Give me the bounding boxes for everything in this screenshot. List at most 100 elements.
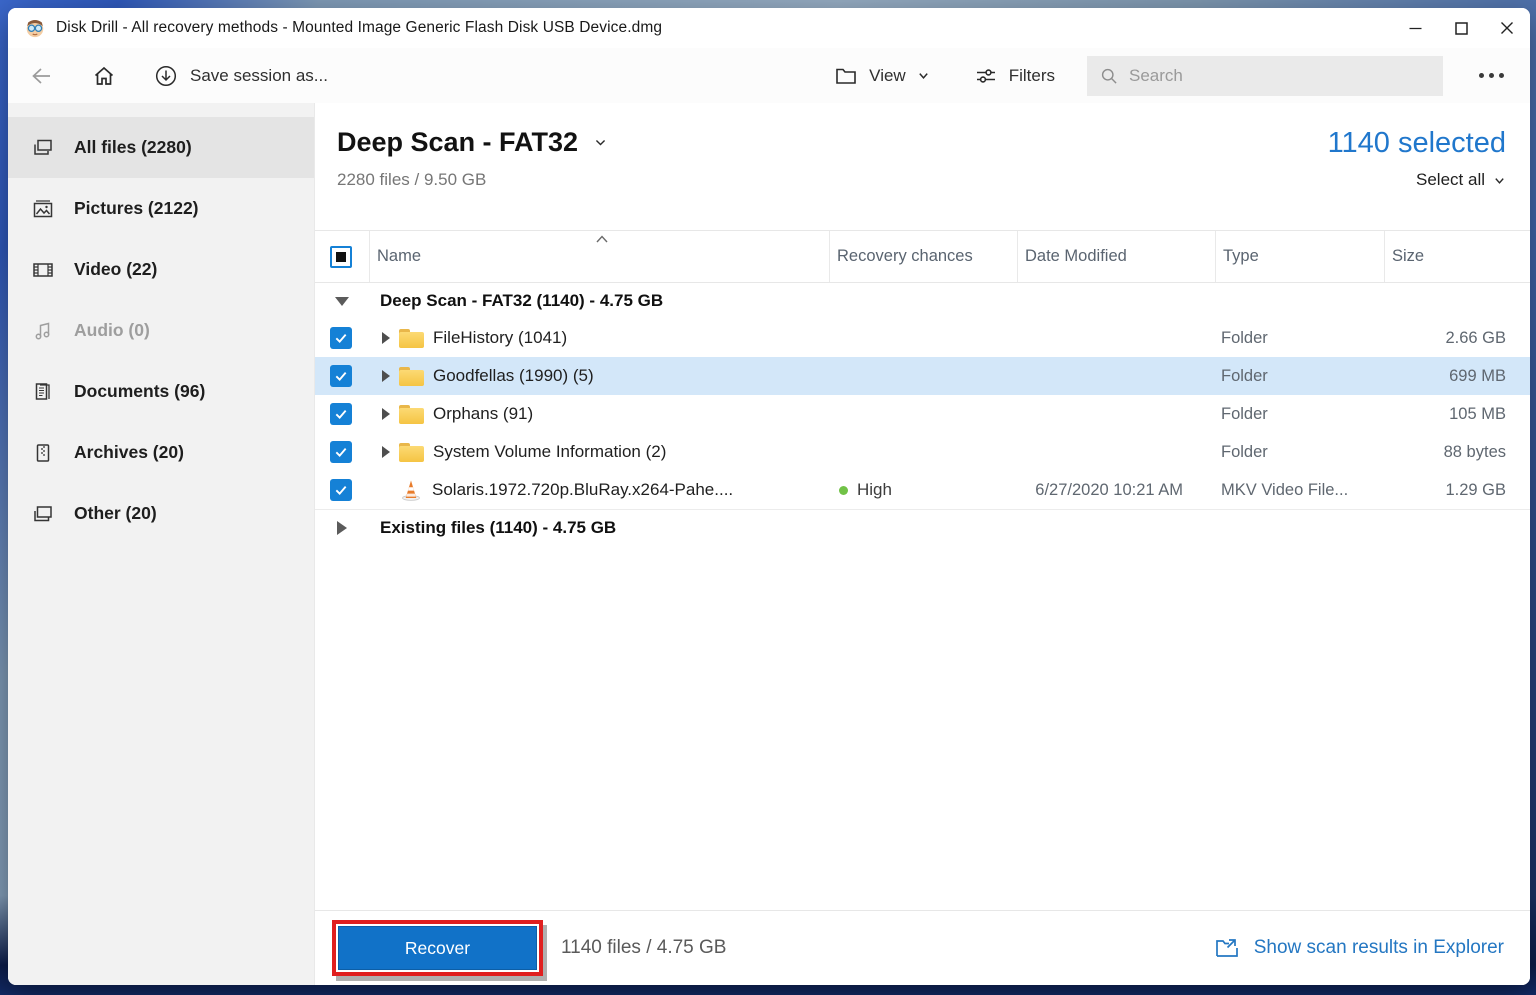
expand-triangle-icon[interactable] (382, 446, 390, 458)
table-header: Name Recovery chances Date Modified Type… (315, 230, 1530, 283)
sort-ascending-icon (595, 234, 609, 244)
scan-header: Deep Scan - FAT32 2280 files / 9.50 GB 1… (315, 103, 1530, 230)
title-bar: Disk Drill - All recovery methods - Moun… (8, 8, 1530, 48)
scan-title: Deep Scan - FAT32 (337, 127, 578, 158)
table-row[interactable]: Orphans (91) Folder 105 MB (315, 395, 1530, 433)
sidebar-item-pictures[interactable]: Pictures (2122) (8, 178, 314, 239)
table-row-selected[interactable]: Goodfellas (1990) (5) Folder 699 MB (315, 357, 1530, 395)
folder-icon (399, 329, 424, 348)
filters-label: Filters (1009, 66, 1055, 86)
close-icon[interactable] (1484, 8, 1530, 48)
chevron-down-icon[interactable] (594, 136, 607, 149)
search-box[interactable] (1087, 56, 1443, 96)
column-header-date[interactable]: Date Modified (1017, 231, 1215, 282)
select-all-button[interactable]: Select all (1328, 170, 1506, 190)
audio-icon (32, 320, 54, 342)
view-label: View (869, 66, 906, 86)
main-panel: Deep Scan - FAT32 2280 files / 9.50 GB 1… (315, 103, 1530, 985)
folder-external-arrow-icon (1214, 935, 1240, 961)
table-row-group[interactable]: Existing files (1140) - 4.75 GB (315, 509, 1530, 545)
file-name: FileHistory (1041) (433, 328, 567, 348)
table-row[interactable]: Solaris.1972.720p.BluRay.x264-Pahe.... H… (315, 471, 1530, 509)
scan-summary: 2280 files / 9.50 GB (337, 170, 607, 190)
group-label: Existing files (1140) - 4.75 GB (369, 518, 1530, 538)
column-header-name[interactable]: Name (369, 231, 829, 282)
sidebar-item-archives[interactable]: Archives (20) (8, 422, 314, 483)
file-size: 1.29 GB (1384, 481, 1530, 500)
recovery-high-dot-icon (839, 486, 848, 495)
column-header-size[interactable]: Size (1384, 231, 1530, 282)
vlc-video-icon (399, 478, 423, 502)
folder-outline-icon (834, 64, 858, 88)
column-header-type[interactable]: Type (1215, 231, 1384, 282)
recover-button[interactable]: Recover (338, 926, 537, 970)
file-type: MKV Video File... (1215, 481, 1384, 500)
row-checkbox[interactable] (330, 479, 352, 501)
arrow-left-icon (30, 64, 54, 88)
recovery-chance: High (857, 480, 892, 500)
search-icon (1099, 65, 1119, 87)
table-row-group[interactable]: Deep Scan - FAT32 (1140) - 4.75 GB (315, 283, 1530, 319)
table-row[interactable]: System Volume Information (2) Folder 88 … (315, 433, 1530, 471)
home-button[interactable] (92, 64, 116, 88)
file-size: 105 MB (1384, 405, 1530, 424)
folder-icon (399, 443, 424, 462)
file-name: System Volume Information (2) (433, 442, 666, 462)
save-session-button[interactable]: Save session as... (154, 64, 328, 88)
chevron-down-icon (1493, 174, 1506, 187)
sidebar-item-label: Documents (96) (74, 381, 205, 402)
sidebar-item-audio[interactable]: Audio (0) (8, 300, 314, 361)
select-all-checkbox[interactable] (330, 246, 352, 268)
sidebar: All files (2280) Pictures (2122) Video (… (8, 103, 315, 985)
expand-triangle-icon[interactable] (382, 370, 390, 382)
video-icon (32, 259, 54, 281)
row-checkbox[interactable] (330, 365, 352, 387)
row-checkbox[interactable] (330, 327, 352, 349)
download-circle-icon (154, 64, 178, 88)
sliders-icon (974, 64, 998, 88)
triangle-right-icon[interactable] (337, 521, 347, 535)
search-input[interactable] (1129, 66, 1431, 86)
disk-drill-app-icon (24, 17, 46, 39)
window-controls (1392, 8, 1530, 48)
selected-count: 1140 selected (1328, 127, 1506, 160)
header-checkbox-cell (315, 231, 369, 282)
sidebar-item-label: Video (22) (74, 259, 157, 280)
file-size: 88 bytes (1384, 443, 1530, 462)
sidebar-item-other[interactable]: Other (20) (8, 483, 314, 544)
filters-button[interactable]: Filters (974, 64, 1055, 88)
table-row[interactable]: FileHistory (1041) Folder 2.66 GB (315, 319, 1530, 357)
back-button[interactable] (30, 64, 54, 88)
show-in-explorer-link[interactable]: Show scan results in Explorer (1214, 935, 1504, 961)
expand-triangle-icon[interactable] (382, 408, 390, 420)
expand-triangle-icon[interactable] (382, 332, 390, 344)
archives-icon (32, 442, 54, 464)
selection-summary: 1140 files / 4.75 GB (561, 937, 726, 959)
triangle-down-icon[interactable] (335, 297, 349, 306)
maximize-icon[interactable] (1438, 8, 1484, 48)
file-size: 2.66 GB (1384, 329, 1530, 348)
window-title: Disk Drill - All recovery methods - Moun… (56, 19, 662, 37)
sidebar-item-documents[interactable]: Documents (96) (8, 361, 314, 422)
minimize-icon[interactable] (1392, 8, 1438, 48)
folder-icon (399, 405, 424, 424)
other-icon (32, 503, 54, 525)
sidebar-item-all-files[interactable]: All files (2280) (8, 117, 314, 178)
pictures-icon (32, 198, 54, 220)
sidebar-item-video[interactable]: Video (22) (8, 239, 314, 300)
show-in-explorer-label: Show scan results in Explorer (1254, 937, 1504, 959)
toolbar: Save session as... View Filters (8, 48, 1530, 103)
annotation-highlight-box: Recover (332, 920, 543, 976)
file-type: Folder (1215, 329, 1384, 348)
file-type: Folder (1215, 443, 1384, 462)
column-header-recovery[interactable]: Recovery chances (829, 231, 1017, 282)
view-button[interactable]: View (834, 64, 930, 88)
save-session-label: Save session as... (190, 66, 328, 86)
sidebar-item-label: Audio (0) (74, 320, 150, 341)
more-options-button[interactable] (1471, 67, 1512, 84)
row-checkbox[interactable] (330, 441, 352, 463)
file-size: 699 MB (1384, 367, 1530, 386)
row-checkbox[interactable] (330, 403, 352, 425)
group-label: Deep Scan - FAT32 (1140) - 4.75 GB (369, 291, 1530, 311)
bottom-bar: Recover 1140 files / 4.75 GB Show scan r… (315, 910, 1530, 985)
